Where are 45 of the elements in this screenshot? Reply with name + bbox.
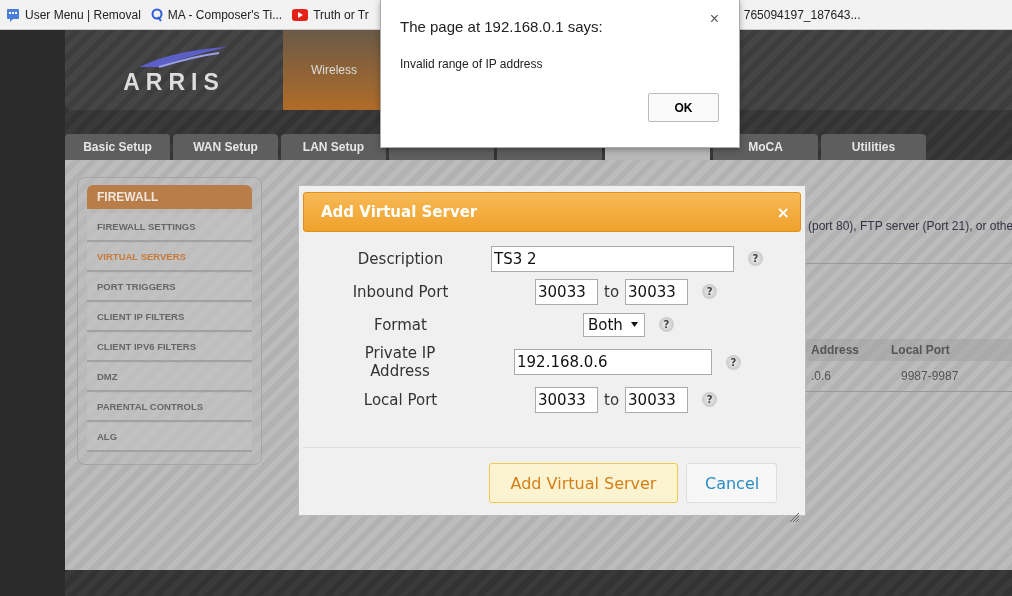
to-label: to — [604, 282, 620, 301]
bookmark-link[interactable]: User Menu | Removal — [6, 7, 141, 22]
nav-tab[interactable]: Basic Setup — [65, 134, 170, 160]
bookmark-link[interactable]: MA - Composer's Ti... — [150, 7, 283, 22]
chat-icon — [6, 7, 20, 22]
column-header: Address — [811, 343, 861, 357]
ok-button[interactable]: OK — [648, 93, 719, 122]
caret-icon — [630, 322, 638, 327]
cancel-button[interactable]: Cancel — [686, 463, 777, 503]
input-field[interactable]: TS3 2 — [491, 245, 734, 272]
play-icon — [292, 8, 309, 21]
bookmark-link[interactable]: 765094197_187643... — [743, 7, 861, 22]
field-label: Private IP Address — [363, 344, 437, 380]
input-field[interactable]: 30033 — [625, 278, 689, 305]
help-icon[interactable]: ? — [658, 317, 674, 332]
field-label: Inbound Port — [351, 282, 450, 301]
column-header: Local Port — [891, 343, 950, 357]
bookmark-link[interactable]: Truth or Tr — [292, 7, 369, 22]
to-label: to — [604, 390, 620, 409]
help-icon[interactable]: ? — [748, 251, 763, 266]
format-dropdown[interactable]: Both — [583, 312, 645, 337]
nav-tab[interactable]: LAN Setup — [281, 134, 386, 160]
input-field[interactable]: 30033 — [625, 386, 689, 413]
field-label: Local Port — [362, 390, 439, 409]
field-label: Description — [356, 249, 445, 268]
close-button[interactable]: × — [709, 10, 719, 28]
logo-text: ARRIS — [123, 68, 225, 96]
nav-tab[interactable]: WAN Setup — [173, 134, 278, 160]
nav-tab[interactable]: Utilities — [821, 134, 926, 160]
field-label: Format — [373, 315, 428, 334]
input-field[interactable]: 30033 — [535, 386, 598, 413]
help-icon[interactable]: ? — [702, 284, 718, 299]
table-cell: 9987-9987 — [901, 369, 959, 383]
input-field[interactable]: 30033 — [535, 278, 598, 305]
description-text: (port 80), FTP server (Port 21), or othe — [808, 219, 1012, 233]
help-icon[interactable]: ? — [726, 354, 741, 370]
alert-message: Invalid range of IP address — [400, 57, 544, 71]
q-icon — [150, 7, 163, 22]
resize-grip-icon[interactable] — [789, 512, 799, 522]
dialog-title: Add Virtual Server — [321, 203, 478, 221]
alert-title: The page at 192.168.0.1 says: — [400, 18, 603, 35]
help-icon[interactable]: ? — [702, 392, 718, 407]
input-field[interactable]: 192.168.0.6 — [514, 349, 712, 375]
table-cell-text: .0.6 — [811, 369, 832, 383]
sidebar-title: FIREWALL — [87, 185, 252, 209]
